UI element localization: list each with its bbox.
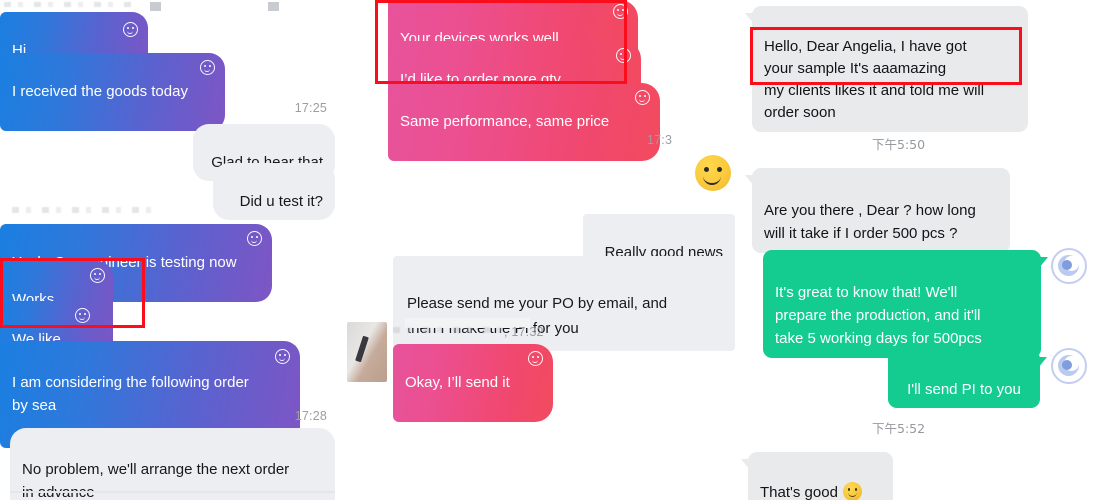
smiley-icon (247, 231, 262, 246)
smiley-icon (75, 308, 90, 323)
message-bubble[interactable]: I'll send PI to you (888, 350, 1047, 408)
contact-avatar[interactable] (1051, 248, 1087, 284)
chat-panel-right: Hello, Dear Angelia, I have got your sam… (740, 0, 1100, 500)
message-bubble[interactable]: It's great to know that! We'll prepare t… (763, 250, 1048, 358)
message-bubble[interactable]: Same performance, same price (388, 83, 660, 161)
message-text: Same performance, same price (400, 113, 610, 130)
obscured-block-icon-1 (150, 2, 161, 11)
message-text: Did u test it? (239, 193, 323, 210)
message-text: No problem, we'll arrange the next order… (22, 461, 290, 500)
chat-panel-middle: Your devices works well I’d like to orde… (345, 0, 740, 500)
message-text: I received the goods today (12, 83, 188, 100)
smiley-icon (613, 4, 628, 19)
message-bubble[interactable]: Are you there , Dear ? how long will it … (745, 168, 1010, 253)
smiley-icon (123, 22, 138, 37)
contact-avatar[interactable] (1051, 348, 1087, 384)
timestamp: 下午5:52 (872, 421, 926, 436)
message-text: Okay, I’ll send it (405, 374, 510, 391)
obscured-name-artifact (12, 207, 152, 213)
timestamp: 17:28 (294, 409, 327, 423)
message-bubble[interactable]: No problem, we'll arrange the next order… (10, 428, 335, 500)
message-text: It's great to know that! We'll prepare t… (775, 284, 982, 347)
smiley-icon (528, 351, 543, 366)
timestamp: 下午5:50 (872, 137, 926, 152)
smiley-icon (616, 48, 631, 63)
chat-panel-left: Hi I received the goods today 17:25 Glad… (0, 0, 345, 500)
message-bubble[interactable]: Please send me your PO by email, and the… (393, 256, 735, 351)
message-bubble[interactable]: That's good (741, 452, 893, 500)
message-text: That's good (760, 484, 838, 500)
obscured-header-artifact (4, 2, 134, 7)
slightly-smiling-face-icon (842, 482, 862, 500)
timestamp: 17:25 (294, 101, 327, 115)
attachment-thumbnail[interactable] (347, 322, 387, 382)
smiley-icon (275, 349, 290, 364)
smiley-icon (635, 90, 650, 105)
message-bubble[interactable]: Okay, I’ll send it (393, 344, 553, 422)
timestamp: 17:3 (647, 133, 673, 147)
message-text: I'll send PI to you (907, 381, 1021, 398)
message-bubble[interactable]: Hello, Dear Angelia, I have got your sam… (745, 6, 1028, 132)
message-text: Hello, Dear Angelia, I have got your sam… (764, 38, 985, 121)
obscured-block-icon-2 (268, 2, 279, 11)
screenshot-root: Hi I received the goods today 17:25 Glad… (0, 0, 1100, 500)
message-text: I am considering the following order by … (12, 374, 249, 414)
message-text: Are you there , Dear ? how long will it … (764, 202, 976, 242)
obscured-name-artifact (393, 327, 513, 333)
timestamp: , 17:32 (504, 325, 544, 339)
message-bubble[interactable]: Did u test it? (213, 163, 335, 220)
smiley-icon (200, 60, 215, 75)
panel-divider (10, 491, 335, 493)
smiley-avatar[interactable] (695, 155, 731, 191)
message-bubble[interactable]: I received the goods today (0, 53, 225, 131)
smiley-icon (90, 268, 105, 283)
